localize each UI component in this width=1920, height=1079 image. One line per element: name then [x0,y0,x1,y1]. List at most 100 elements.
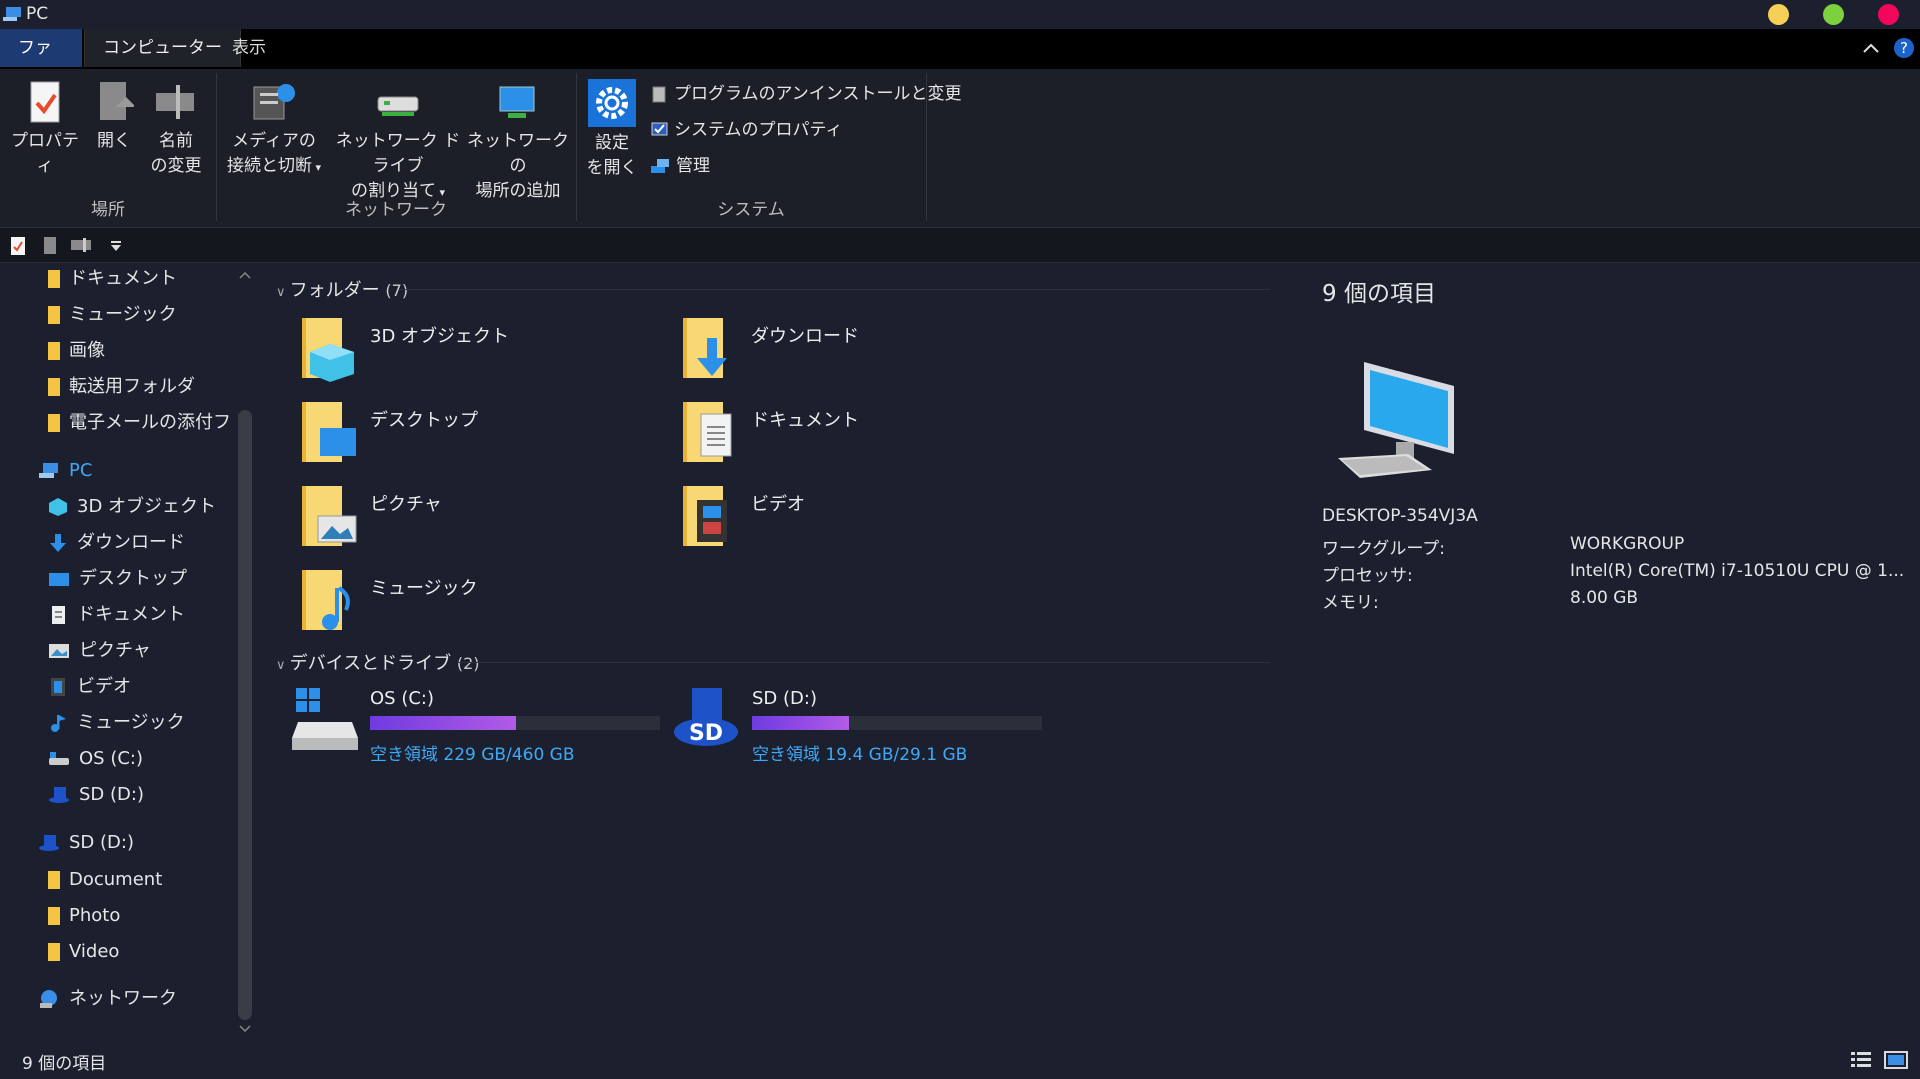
network-drive-icon [377,96,419,116]
sidebar-item-sd-document[interactable]: Document [48,863,228,897]
folder-tile-music[interactable]: ミュージック [296,568,636,638]
sidebar-item-3d-objects[interactable]: 3D オブジェクト [48,490,228,524]
sidebar-item-transfer-folder[interactable]: 転送用フォルダ [48,370,228,404]
sidebar-item-sd-photo[interactable]: Photo [48,899,228,933]
details-view-icon[interactable] [1850,1050,1872,1070]
maximize-button[interactable] [1823,4,1844,25]
sidebar-item-label: Photo [69,905,121,926]
drive-label: OS (C:) [370,688,434,709]
manage-icon [651,159,669,173]
sidebar-item-os-c[interactable]: OS (C:) [48,742,228,776]
sidebar-item-label: ピクチャ [79,640,151,661]
folder-tile-3d-objects[interactable]: 3D オブジェクト [296,316,636,386]
close-button[interactable] [1878,4,1899,25]
chevron-down-icon: ∨ [276,658,290,673]
uninstall-programs-button[interactable]: プログラムのアンインストールと変更 [650,79,961,109]
map-network-drive-button[interactable]: ネットワーク ドライブ の割り当て ▾ [328,79,468,205]
qat-rename-icon[interactable] [70,238,94,252]
chevron-down-icon: ∨ [276,285,290,300]
computer-icon [1338,362,1454,478]
cube-icon [49,498,67,516]
folder-icon [48,306,60,324]
drive-tile-sd-d[interactable]: SD SD (D:) 空き領域 19.4 GB/29.1 GB [672,686,1042,766]
media-label-1: メディアの [232,131,316,151]
media-connect-button[interactable]: メディアの 接続と切断 ▾ [222,79,326,180]
workgroup-label: ワークグループ: [1322,539,1446,559]
collapse-ribbon-icon[interactable] [1862,41,1880,55]
sidebar-item-documents[interactable]: ドキュメント [48,598,228,632]
3d-objects-folder-icon [302,318,354,382]
downloads-folder-icon [683,318,727,378]
sidebar-item-downloads[interactable]: ダウンロード [48,526,228,560]
sidebar-item-images-quick[interactable]: 画像 [48,334,228,368]
sidebar-item-music[interactable]: ミュージック [48,706,228,740]
details-item-count: 9 個の項目 [1322,281,1436,307]
sidebar-item-music-quick[interactable]: ミュージック [48,298,228,332]
sidebar-item-label: ミュージック [69,304,177,325]
folder-tile-downloads[interactable]: ダウンロード [677,316,1017,386]
sidebar-item-label: ドキュメント [77,604,185,625]
folders-header-label: フォルダー [289,280,380,301]
tab-file[interactable]: ファイル [0,29,82,96]
rename-button[interactable]: 名前 の変更 [146,79,206,179]
folder-tile-documents[interactable]: ドキュメント [677,400,1017,470]
sd-card-icon: SD [674,688,738,746]
open-button[interactable]: 開く [88,79,140,154]
sidebar-item-network[interactable]: ネットワーク [38,982,228,1016]
qat-customize-icon[interactable] [110,240,122,252]
sidebar-scrollbar[interactable] [238,410,252,1020]
minimize-button[interactable] [1768,4,1789,25]
svg-text:?: ? [1900,39,1908,57]
quick-access-toolbar [0,228,1920,263]
settings-label-1: 設定 [595,133,629,153]
sidebar-item-pictures[interactable]: ピクチャ [48,634,228,668]
manage-button[interactable]: 管理 [650,151,710,181]
system-properties-icon [651,122,668,136]
os-drive-icon [292,688,358,750]
help-icon[interactable]: ? [1893,37,1915,59]
qat-properties-icon[interactable] [10,236,26,256]
tab-view[interactable]: 表示 [214,29,284,67]
drives-section-header[interactable]: ∨ デバイスとドライブ (2) [276,649,480,675]
system-properties-label: システムのプロパティ [674,120,843,140]
add-network-location-button[interactable]: ネットワークの 場所の追加 [466,79,570,204]
picture-icon [49,644,69,658]
group-network-label: ネットワーク [345,200,447,220]
sidebar-item-videos[interactable]: ビデオ [48,670,228,704]
drive-tile-os-c[interactable]: OS (C:) 空き領域 229 GB/460 GB [292,686,662,766]
memory-value: 8.00 GB [1570,588,1639,608]
sidebar-item-pc[interactable]: PC [38,454,228,488]
sidebar-item-label: 電子メールの添付ファイル [69,412,234,433]
documents-folder-icon [683,402,732,462]
network-globe-icon [40,990,57,1008]
add-location-label-1: ネットワークの [467,131,569,176]
folder-tile-pictures[interactable]: ピクチャ [296,484,636,554]
sidebar-item-sd-d[interactable]: SD (D:) [48,778,228,812]
qat-open-icon[interactable] [42,236,58,256]
folders-section-header[interactable]: ∨ フォルダー (7) [276,276,408,302]
system-properties-button[interactable]: システムのプロパティ [650,115,842,145]
window-title: PC [26,4,49,24]
sidebar-item-desktop[interactable]: デスクトップ [48,562,228,596]
sidebar-item-label: ミュージック [77,712,185,733]
sidebar-item-label: 画像 [69,340,105,361]
scroll-down-icon[interactable] [238,1024,252,1034]
scroll-up-icon[interactable] [238,270,252,280]
folder-tile-videos[interactable]: ビデオ [677,484,1017,554]
folder-label: 3D オブジェクト [370,326,510,347]
sidebar-item-documents-quick[interactable]: ドキュメント [48,262,228,296]
open-settings-button[interactable]: 設定 を開く [582,79,642,181]
media-icon [253,84,295,120]
rename-icon [156,85,194,119]
large-icons-view-icon[interactable] [1884,1050,1908,1070]
properties-button[interactable]: プロパティ [8,79,82,179]
folder-tile-desktop[interactable]: デスクトップ [296,400,636,470]
folder-icon [48,378,60,396]
sidebar-item-email-attachments[interactable]: 電子メールの添付ファイル [48,406,234,440]
sidebar-item-label: Document [69,869,163,890]
folder-label: ドキュメント [751,410,859,431]
sidebar-item-sd-video[interactable]: Video [48,935,228,969]
drives-count: (2) [456,654,480,673]
sidebar-item-sd-root[interactable]: SD (D:) [38,826,228,860]
desktop-icon [49,573,69,586]
